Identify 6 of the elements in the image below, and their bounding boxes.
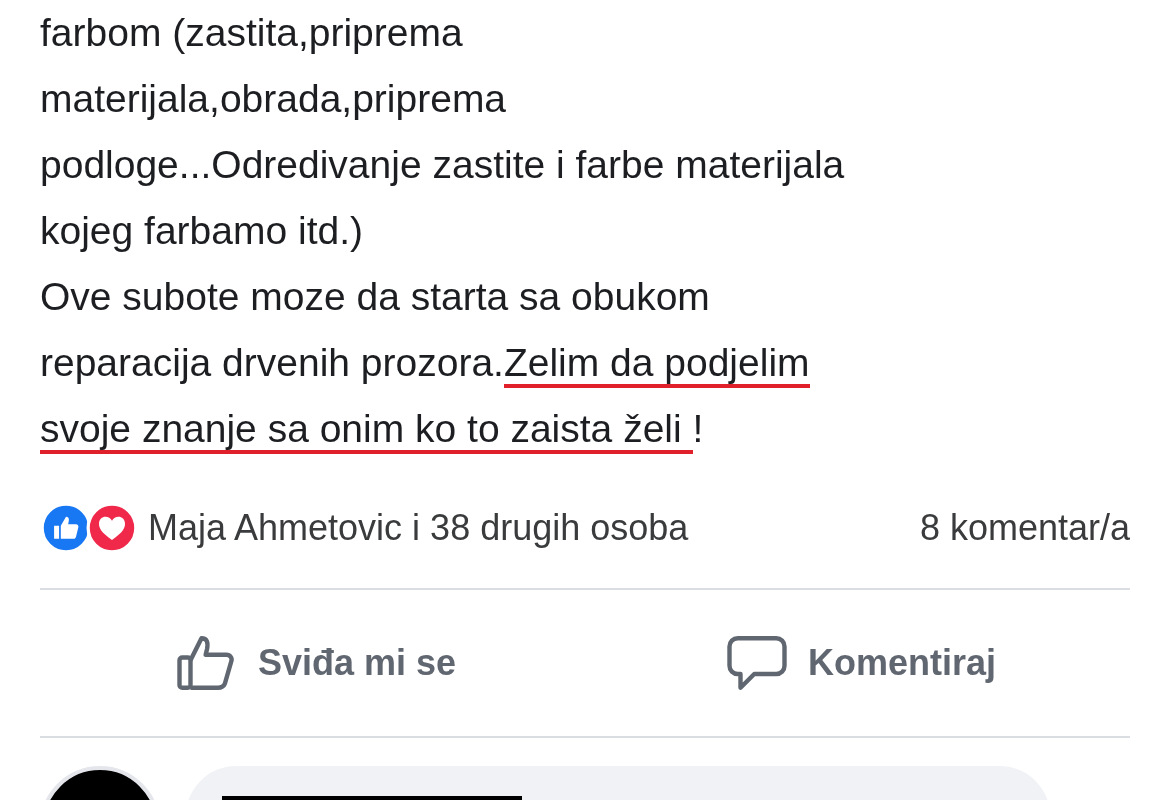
reactions-summary[interactable]: Maja Ahmetovic i 38 drugih osoba: [148, 507, 689, 549]
like-button[interactable]: Sviđa mi se: [163, 626, 467, 700]
comment-button[interactable]: Komentiraj: [714, 626, 1007, 700]
post-text: farbom (zastita,priprema materijala,obrada,priprema podloge...Odredivanje zastite i farbe materijala kojeg farbamo itd.) Ove subote moze da starta sa obukom reparacija drvenih prozora.Zelim da podjelim svoje znanje sa onim ko to zaista želi !: [40, 0, 1130, 462]
heart-reaction-icon: [86, 502, 138, 554]
comment-count[interactable]: 8 komentar/a: [919, 507, 1130, 549]
